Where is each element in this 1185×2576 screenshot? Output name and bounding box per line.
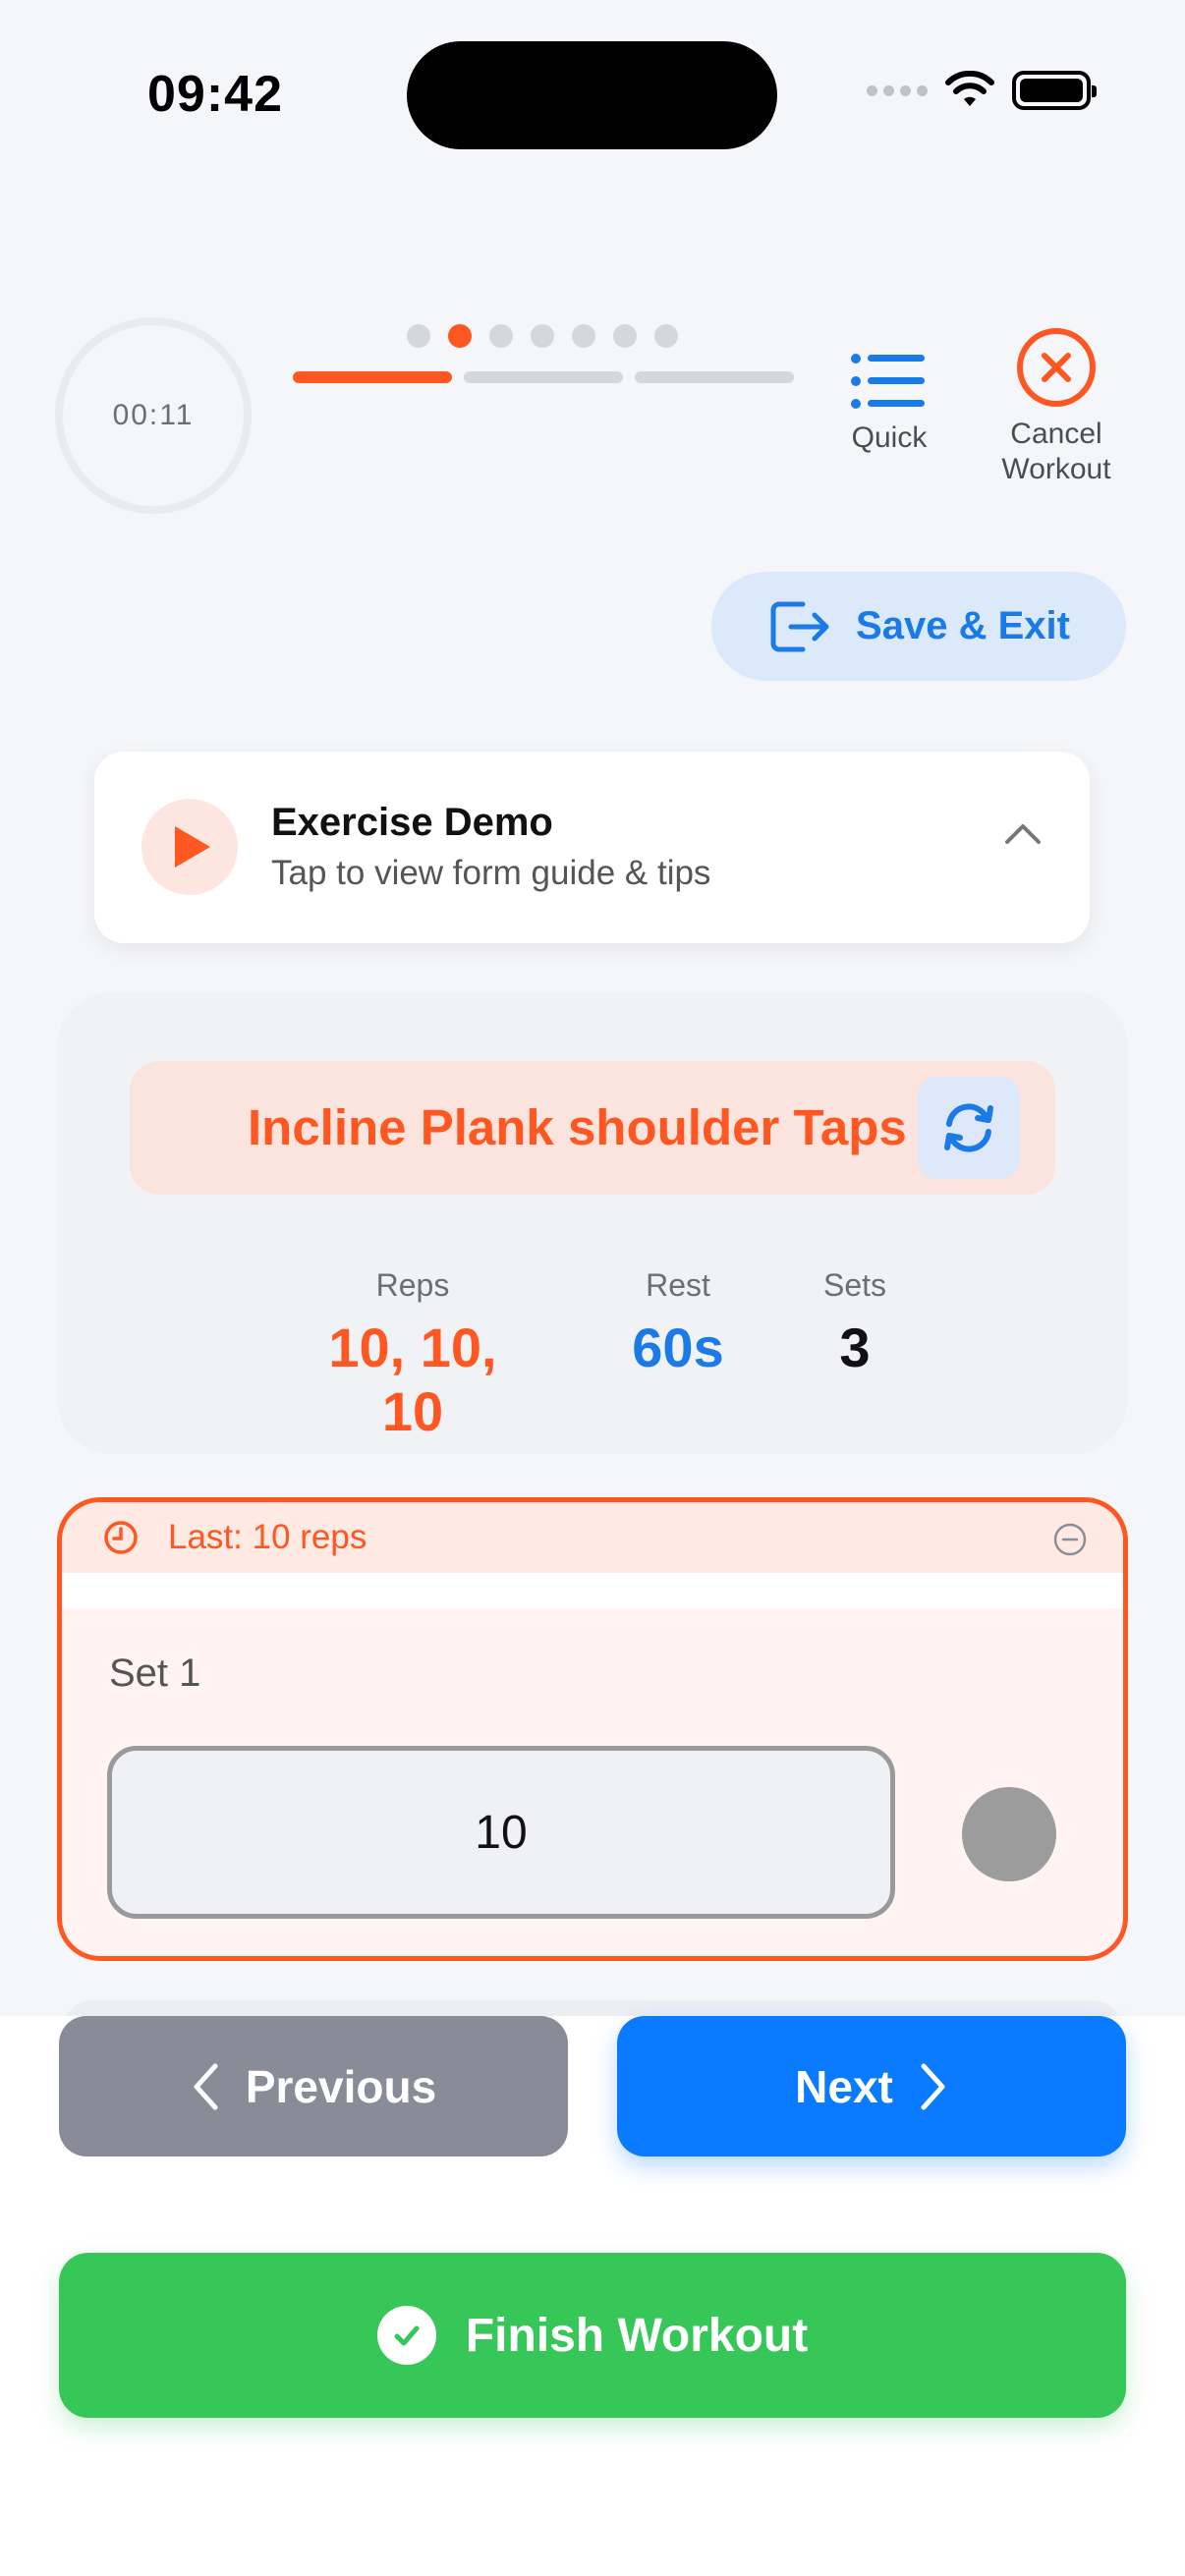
complete-set-toggle[interactable] — [962, 1787, 1056, 1881]
exercise-demo-card[interactable]: Exercise Demo Tap to view form guide & t… — [94, 752, 1090, 943]
clock-icon — [104, 1521, 138, 1554]
swap-exercise-button[interactable] — [918, 1077, 1020, 1179]
previous-label: Previous — [245, 2060, 437, 2112]
reps-stat-value: 10, 10, 10 — [328, 1316, 497, 1442]
chevron-left-icon — [194, 2063, 218, 2109]
next-label: Next — [795, 2060, 893, 2112]
status-icons — [867, 71, 1097, 110]
demo-subtitle: Tap to view form guide & tips — [271, 854, 711, 892]
progress-dot — [613, 324, 637, 348]
play-icon — [141, 799, 238, 895]
next-button[interactable]: Next — [617, 2016, 1126, 2156]
progress-dot-current — [448, 324, 472, 348]
close-circle-icon — [1017, 328, 1096, 407]
dynamic-island — [407, 41, 777, 149]
save-exit-button[interactable]: Save & Exit — [711, 572, 1126, 681]
rest-stat-value: 60s — [632, 1316, 724, 1378]
save-exit-label: Save & Exit — [856, 604, 1070, 647]
quick-button[interactable]: Quick — [831, 352, 947, 456]
set-card-divider — [62, 1573, 1123, 1608]
cancel-label-line2: Workout — [1001, 453, 1111, 485]
set-card: Last: 10 reps Set 1 10 — [57, 1497, 1128, 1961]
finish-workout-button[interactable]: Finish Workout — [59, 2253, 1126, 2418]
chevron-right-icon — [921, 2063, 945, 2109]
cellular-icon — [867, 84, 928, 96]
workout-timer: 00:11 — [55, 317, 252, 514]
section-progress-bars — [293, 371, 794, 383]
sets-stat: Sets 3 — [806, 1267, 904, 1379]
battery-icon — [1012, 71, 1097, 110]
exercise-progress-dots — [407, 324, 678, 348]
refresh-icon — [944, 1103, 993, 1152]
rest-stat: Rest 60s — [609, 1267, 747, 1379]
progress-dot — [489, 324, 513, 348]
progress-bar-segment-current — [293, 371, 452, 383]
exercise-panel: Incline Plank shoulder Taps Reps 10, 10,… — [57, 992, 1128, 1454]
cancel-label: Cancel Workout — [1001, 417, 1110, 487]
progress-bar-segment — [635, 371, 794, 383]
last-performance-text: Last: 10 reps — [168, 1518, 367, 1556]
remove-set-icon[interactable] — [1052, 1522, 1088, 1557]
timer-text: 00:11 — [112, 399, 195, 431]
sets-stat-label: Sets — [822, 1267, 887, 1303]
exercise-name: Incline Plank shoulder Taps — [248, 1099, 907, 1155]
set-label: Set 1 — [109, 1652, 201, 1695]
progress-dot — [654, 324, 678, 348]
exit-icon — [770, 601, 829, 651]
wifi-icon — [945, 71, 994, 106]
quick-label: Quick — [851, 421, 928, 454]
progress-dot — [572, 324, 595, 348]
cancel-label-line1: Cancel — [1010, 418, 1102, 450]
demo-title: Exercise Demo — [271, 801, 553, 844]
last-performance: Last: 10 reps — [103, 1518, 367, 1557]
set-card-header: Last: 10 reps — [62, 1502, 1123, 1573]
sets-stat-value: 3 — [839, 1316, 871, 1378]
finish-workout-label: Finish Workout — [465, 2309, 809, 2362]
chevron-up-icon[interactable] — [1003, 820, 1043, 848]
cancel-workout-button[interactable]: Cancel Workout — [973, 328, 1140, 487]
reps-input[interactable]: 10 — [107, 1746, 895, 1919]
reps-stat-label: Reps — [375, 1267, 450, 1303]
reps-stat: Reps 10, 10, 10 — [295, 1267, 531, 1443]
previous-button[interactable]: Previous — [59, 2016, 568, 2156]
exercise-name-banner: Incline Plank shoulder Taps — [130, 1061, 1055, 1195]
status-time: 09:42 — [147, 66, 283, 123]
progress-dot — [531, 324, 554, 348]
rest-stat-label: Rest — [646, 1267, 710, 1303]
progress-dot — [407, 324, 430, 348]
checkmark-circle-icon — [376, 2306, 436, 2365]
list-icon — [851, 354, 925, 409]
progress-bar-segment — [464, 371, 623, 383]
